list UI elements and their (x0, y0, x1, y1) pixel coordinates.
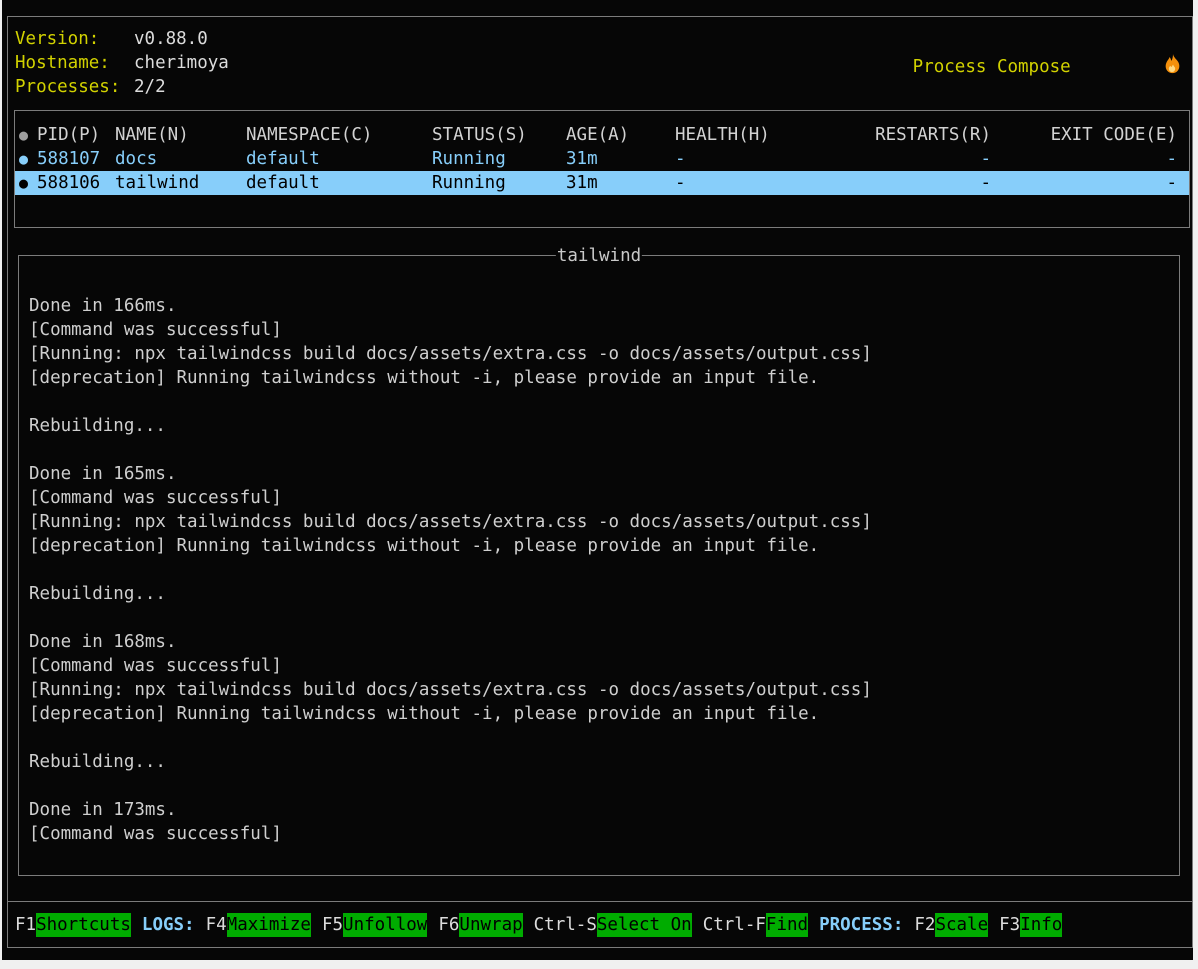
shortcut-f1[interactable]: F1Shortcuts (15, 913, 131, 937)
flame-icon (1080, 30, 1182, 105)
table-cell: Running (432, 147, 566, 171)
table-header-row: ●PID(P)NAME(N)NAMESPACE(C)STATUS(S)AGE(A… (15, 123, 1189, 147)
app-title-text: Process Compose (913, 55, 1071, 79)
shortcut-label: Shortcuts (36, 913, 131, 937)
header-row: Version:v0.88.0 (15, 27, 229, 51)
shortcut-label: Info (1020, 913, 1062, 937)
shortcut-key: F5 (322, 913, 343, 937)
header-value: 2/2 (134, 77, 166, 97)
page-background: { "header": { "title": "Process Compose"… (0, 0, 1198, 969)
table-cell: - (991, 171, 1177, 195)
terminal-window: Version:v0.88.0Hostname:cherimoyaProcess… (2, 0, 1193, 960)
table-cell: 31m (566, 171, 675, 195)
table-cell: default (246, 171, 432, 195)
table-cell: - (675, 171, 871, 195)
table-cell: - (871, 147, 991, 171)
table-cell: 31m (566, 147, 675, 171)
column-header: STATUS(S) (432, 123, 566, 147)
header-row: Hostname:cherimoya (15, 51, 229, 75)
status-section-text: LOGS: (142, 913, 195, 937)
shortcut-key: F2 (914, 913, 935, 937)
table-cell: docs (115, 147, 246, 171)
header-label: Version: (15, 27, 134, 51)
table-cell: - (675, 147, 871, 171)
row-bullet-icon: ● (19, 123, 37, 147)
header-value: v0.88.0 (134, 29, 208, 49)
status-section-text: PROCESS: (819, 913, 903, 937)
shortcut-key: Ctrl-S (534, 913, 597, 937)
table-cell: default (246, 147, 432, 171)
shortcut-f6[interactable]: F6Unwrap (438, 913, 522, 937)
status-bar: F1ShortcutsLOGS:F4MaximizeF5UnfollowF6Un… (8, 901, 1192, 947)
shortcut-ctrl-s[interactable]: Ctrl-SSelect On (534, 913, 692, 937)
column-header: RESTARTS(R) (871, 123, 991, 147)
row-bullet-icon: ● (19, 171, 37, 195)
table-row[interactable]: ●588106tailwinddefaultRunning31m--- (15, 171, 1189, 195)
shortcut-f3[interactable]: F3Info (999, 913, 1062, 937)
process-table: ●PID(P)NAME(N)NAMESPACE(C)STATUS(S)AGE(A… (14, 110, 1190, 228)
shortcut-label: Unwrap (459, 913, 522, 937)
column-header: AGE(A) (566, 123, 675, 147)
column-header: EXIT CODE(E) (991, 123, 1177, 147)
column-header: NAME(N) (115, 123, 246, 147)
table-cell: Running (432, 171, 566, 195)
shortcut-ctrl-f[interactable]: Ctrl-FFind (703, 913, 808, 937)
app-frame: Version:v0.88.0Hostname:cherimoyaProcess… (7, 16, 1193, 948)
app-title: Process Compose (913, 29, 1182, 104)
table-cell: - (871, 171, 991, 195)
shortcut-f4[interactable]: F4Maximize (206, 913, 311, 937)
header-row: Processes:2/2 (15, 75, 229, 99)
shortcut-key: F1 (15, 913, 36, 937)
shortcut-f2[interactable]: F2Scale (914, 913, 988, 937)
shortcut-label: Scale (935, 913, 988, 937)
shortcut-label: Find (766, 913, 808, 937)
shortcut-key: F3 (999, 913, 1020, 937)
column-header: NAMESPACE(C) (246, 123, 432, 147)
shortcut-label: Select On (597, 913, 692, 937)
row-bullet-icon: ● (19, 147, 37, 171)
status-section-label: PROCESS: (819, 913, 903, 937)
status-section-label: LOGS: (142, 913, 195, 937)
table-cell: 588106 (37, 171, 115, 195)
table-row[interactable]: ●588107docsdefaultRunning31m--- (15, 147, 1189, 171)
header-label: Hostname: (15, 51, 134, 75)
header-panel: Version:v0.88.0Hostname:cherimoyaProcess… (15, 27, 229, 99)
shortcut-key: F6 (438, 913, 459, 937)
column-header: HEALTH(H) (675, 123, 871, 147)
log-output: Done in 166ms. [Command was successful] … (19, 256, 1179, 875)
table-cell: - (991, 147, 1177, 171)
table-cell: 588107 (37, 147, 115, 171)
header-value: cherimoya (134, 53, 229, 73)
shortcut-label: Unfollow (343, 913, 427, 937)
table-cell: tailwind (115, 171, 246, 195)
column-header: PID(P) (37, 123, 115, 147)
log-panel[interactable]: tailwind Done in 166ms. [Command was suc… (18, 255, 1180, 876)
header-label: Processes: (15, 75, 134, 99)
shortcut-key: Ctrl-F (703, 913, 766, 937)
log-panel-title: tailwind (556, 244, 642, 268)
shortcut-key: F4 (206, 913, 227, 937)
shortcut-label: Maximize (227, 913, 311, 937)
shortcut-f5[interactable]: F5Unfollow (322, 913, 427, 937)
